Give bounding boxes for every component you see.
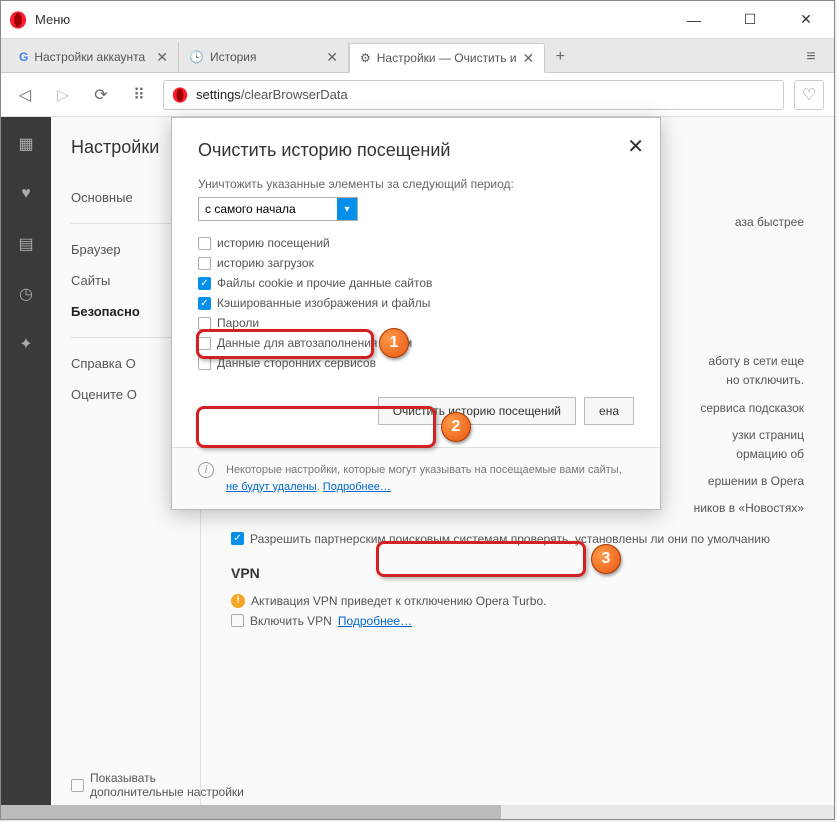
- history-icon[interactable]: ◷: [11, 279, 41, 309]
- close-icon[interactable]: ✕: [523, 50, 535, 67]
- checkbox-label: Данные для автозаполнения форм: [217, 336, 412, 350]
- clear-history-button[interactable]: Очистить историю посещений: [378, 397, 576, 425]
- not-deleted-link[interactable]: не будут удалены: [226, 481, 317, 493]
- checkbox-icon: ✓: [198, 277, 211, 290]
- sidebar: ▦ ♥ ▤ ◷ ✦: [1, 117, 51, 819]
- opera-badge-icon: [172, 87, 188, 103]
- checkbox-thirdparty[interactable]: Данные сторонних сервисов: [198, 353, 634, 373]
- maximize-button[interactable]: ☐: [730, 5, 770, 35]
- checkbox-icon: [198, 357, 211, 370]
- modal-period-label: Уничтожить указанные элементы за следующ…: [198, 177, 634, 191]
- checkbox-show-advanced[interactable]: Показывать дополнительные настройки: [71, 771, 250, 799]
- checkbox-icon: [71, 779, 84, 792]
- minimize-button[interactable]: ―: [674, 5, 714, 35]
- grid-icon[interactable]: ▦: [11, 129, 41, 159]
- checkbox-passwords[interactable]: Пароли: [198, 313, 634, 333]
- cancel-button[interactable]: ена: [584, 397, 634, 425]
- gear-icon: ⚙: [360, 51, 371, 65]
- close-icon[interactable]: ✕: [627, 134, 644, 159]
- modal-info: i Некоторые настройки, которые могут ука…: [172, 447, 660, 509]
- heart-icon[interactable]: ♥: [11, 179, 41, 209]
- checkbox-cache[interactable]: ✓ Кэшированные изображения и файлы: [198, 293, 634, 313]
- checkbox-icon: ✓: [231, 532, 244, 545]
- checkbox-label: Показывать дополнительные настройки: [90, 771, 250, 799]
- warning-text: Активация VPN приведет к отключению Oper…: [251, 594, 546, 608]
- navbar: ◁ ▷ ⟳ ⠿ settings/clearBrowserData ♡: [1, 73, 834, 117]
- close-window-button[interactable]: ✕: [786, 5, 826, 35]
- checkbox-icon: ✓: [198, 297, 211, 310]
- modal-title: Очистить историю посещений: [198, 140, 634, 161]
- checkbox-icon: [198, 317, 211, 330]
- google-icon: G: [19, 50, 28, 64]
- reload-button[interactable]: ⟳: [87, 81, 115, 109]
- tab-settings-clear[interactable]: ⚙ Настройки — Очистить и ✕: [349, 43, 545, 73]
- checkbox-label: историю загрузок: [217, 256, 314, 270]
- tab-menu-button[interactable]: ≡: [796, 42, 826, 72]
- tab-account-settings[interactable]: G Настройки аккаунта ✕: [9, 42, 179, 72]
- checkbox-label: Файлы cookie и прочие данные сайтов: [217, 276, 432, 290]
- close-icon[interactable]: ✕: [326, 49, 338, 66]
- warning-icon: !: [231, 594, 245, 608]
- checkbox-label: Данные сторонних сервисов: [217, 356, 376, 370]
- checkbox-download-history[interactable]: историю загрузок: [198, 253, 634, 273]
- address-bar[interactable]: settings/clearBrowserData: [163, 80, 784, 110]
- checkbox-label: Включить VPN: [250, 614, 332, 628]
- select-value: с самого начала: [205, 202, 296, 216]
- checkbox-label: Пароли: [217, 316, 259, 330]
- checkbox-enable-vpn[interactable]: Включить VPN Подробнее…: [231, 611, 804, 631]
- checkbox-label: Разрешить партнерским поисковым системам…: [250, 532, 770, 546]
- vpn-warning: ! Активация VPN приведет к отключению Op…: [231, 591, 804, 611]
- close-icon[interactable]: ✕: [156, 49, 168, 66]
- tabstrip: G Настройки аккаунта ✕ 🕓 История ✕ ⚙ Нас…: [1, 39, 834, 73]
- speed-dial-button[interactable]: ⠿: [125, 81, 153, 109]
- checkbox-label: Кэшированные изображения и файлы: [217, 296, 430, 310]
- new-tab-button[interactable]: +: [545, 42, 575, 72]
- back-button[interactable]: ◁: [11, 81, 39, 109]
- news-icon[interactable]: ▤: [11, 229, 41, 259]
- checkbox-label: историю посещений: [217, 236, 330, 250]
- clock-icon: 🕓: [189, 50, 204, 64]
- learn-more-link[interactable]: Подробнее…: [323, 481, 391, 493]
- horizontal-scrollbar[interactable]: [1, 805, 834, 819]
- menu-label[interactable]: Меню: [35, 12, 674, 27]
- checkbox-autofill[interactable]: Данные для автозаполнения форм: [198, 333, 634, 353]
- vpn-more-link[interactable]: Подробнее…: [338, 614, 412, 628]
- checkbox-icon: [231, 614, 244, 627]
- checkbox-partner-search[interactable]: ✓ Разрешить партнерским поисковым систем…: [231, 529, 804, 549]
- clear-history-modal: ✕ Очистить историю посещений Уничтожить …: [171, 117, 661, 510]
- info-text: Некоторые настройки, которые могут указы…: [226, 462, 634, 495]
- checkbox-icon: [198, 237, 211, 250]
- tab-label: История: [210, 50, 257, 64]
- tab-label: Настройки аккаунта: [34, 50, 145, 64]
- tab-history[interactable]: 🕓 История ✕: [179, 42, 349, 72]
- extensions-icon[interactable]: ✦: [11, 329, 41, 359]
- info-icon: i: [198, 462, 214, 478]
- checkbox-browsing-history[interactable]: историю посещений: [198, 233, 634, 253]
- address-text: settings/clearBrowserData: [196, 87, 348, 102]
- section-vpn: VPN: [231, 565, 804, 581]
- tab-label: Настройки — Очистить и: [377, 51, 517, 65]
- chevron-down-icon: ▾: [337, 198, 357, 220]
- checkbox-icon: [198, 337, 211, 350]
- titlebar: Меню ― ☐ ✕: [1, 1, 834, 39]
- period-select[interactable]: с самого начала ▾: [198, 197, 358, 221]
- forward-button[interactable]: ▷: [49, 81, 77, 109]
- opera-logo-icon: [9, 11, 27, 29]
- bookmark-heart-button[interactable]: ♡: [794, 80, 824, 110]
- checkbox-cookies[interactable]: ✓ Файлы cookie и прочие данные сайтов: [198, 273, 634, 293]
- checkbox-icon: [198, 257, 211, 270]
